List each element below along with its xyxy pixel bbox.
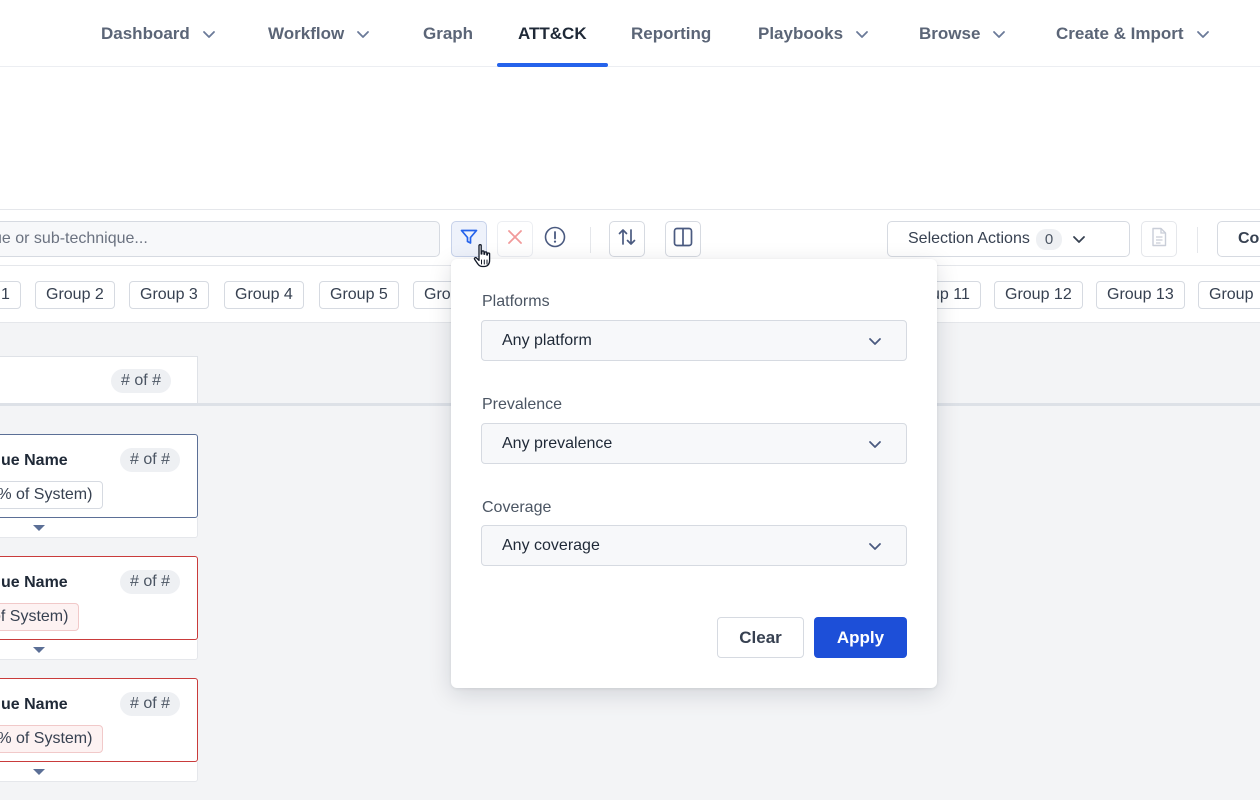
group-chip[interactable]: 1 [0, 281, 21, 309]
chevron-down-icon [202, 27, 216, 41]
chevron-down-icon [855, 27, 869, 41]
chevron-down-icon [1072, 232, 1086, 246]
caret-down-icon [32, 519, 46, 537]
sort-icon [616, 226, 638, 253]
nav-attack-label: ATT&CK [518, 23, 587, 43]
sort-button[interactable] [609, 221, 645, 257]
technique-name: ue Name [1, 574, 68, 591]
coverage-select[interactable]: Any coverage [481, 525, 907, 566]
partial-toolbar-button-label: Co [1238, 230, 1260, 247]
tactic-column-header: # of # [0, 356, 198, 404]
columns-icon [672, 226, 694, 253]
document-icon [1150, 227, 1168, 252]
group-chip[interactable]: Group 2 [35, 281, 115, 309]
group-chip[interactable]: Group 12 [994, 281, 1083, 309]
coverage-label: Coverage [482, 499, 552, 516]
technique-name: ue Name [1, 696, 68, 713]
info-icon [544, 226, 566, 253]
apply-button[interactable]: Apply [814, 617, 907, 658]
technique-count: # of # [120, 448, 181, 472]
group-chip[interactable]: Group 4 [224, 281, 304, 309]
nav-workflow-label: Workflow [268, 23, 345, 43]
selection-actions-button[interactable]: Selection Actions 0 [887, 221, 1130, 257]
system-coverage-pill: (% of System) [0, 481, 104, 509]
selection-count-badge: 0 [1035, 228, 1063, 250]
technique-card[interactable]: ue Name # of # (% of System) [0, 434, 198, 518]
technique-name: ue Name [1, 452, 68, 469]
chevron-down-icon [868, 539, 882, 553]
prevalence-select[interactable]: Any prevalence [481, 423, 907, 464]
export-document-button[interactable] [1141, 221, 1177, 257]
hand-pointer-icon [472, 243, 494, 269]
nav-graph-label: Graph [423, 23, 474, 43]
top-nav: Dashboard Workflow Graph ATT&CK Reportin… [0, 0, 1260, 67]
nav-playbooks[interactable]: Playbooks [758, 0, 869, 67]
group-chip[interactable]: Group [1198, 281, 1260, 309]
technique-card[interactable]: ue Name # of # (% of System) [0, 678, 198, 762]
system-coverage-pill: of System) [0, 603, 80, 631]
chevron-down-icon [868, 437, 882, 451]
columns-button[interactable] [665, 221, 701, 257]
platforms-label: Platforms [482, 293, 550, 310]
group-chip[interactable]: Group 3 [129, 281, 209, 309]
nav-workflow[interactable]: Workflow [268, 0, 370, 67]
platforms-select-value: Any platform [502, 331, 592, 349]
prevalence-label: Prevalence [482, 396, 563, 413]
chevron-down-icon [1196, 27, 1210, 41]
nav-dashboard-label: Dashboard [101, 23, 190, 43]
coverage-select-value: Any coverage [502, 536, 600, 554]
toolbar-divider [590, 227, 591, 253]
selection-actions-label: Selection Actions [908, 230, 1030, 247]
close-icon [506, 228, 524, 251]
technique-search-input[interactable] [0, 222, 433, 256]
technique-search [0, 221, 440, 257]
matrix-toolbar: Selection Actions 0 Co [0, 209, 1260, 266]
header-band [0, 67, 1260, 209]
nav-create-import-label: Create & Import [1056, 23, 1184, 43]
system-coverage-pill: (% of System) [0, 725, 104, 753]
clear-button[interactable]: Clear [717, 617, 804, 658]
nav-attack[interactable]: ATT&CK [497, 0, 608, 67]
nav-browse-label: Browse [919, 23, 981, 43]
group-chip[interactable]: Group 13 [1096, 281, 1185, 309]
technique-count: # of # [120, 692, 181, 716]
platforms-select[interactable]: Any platform [481, 320, 907, 361]
nav-reporting-label: Reporting [631, 23, 712, 43]
nav-reporting[interactable]: Reporting [631, 0, 711, 67]
chevron-down-icon [992, 27, 1006, 41]
caret-down-icon [32, 641, 46, 659]
tactic-count: # of # [111, 369, 172, 393]
toolbar-divider [1197, 227, 1198, 253]
nav-graph[interactable]: Graph [423, 0, 473, 67]
caret-down-icon [32, 763, 46, 781]
info-button[interactable] [537, 221, 573, 257]
group-chip[interactable]: Group 5 [319, 281, 399, 309]
nav-create-import[interactable]: Create & Import [1056, 0, 1210, 67]
nav-playbooks-label: Playbooks [758, 23, 844, 43]
chevron-down-icon [356, 27, 370, 41]
technique-count: # of # [120, 570, 181, 594]
expand-subtechniques[interactable] [0, 640, 198, 660]
chevron-down-icon [868, 334, 882, 348]
nav-browse[interactable]: Browse [919, 0, 1006, 67]
partial-toolbar-button[interactable]: Co [1217, 221, 1260, 257]
nav-dashboard[interactable]: Dashboard [101, 0, 216, 67]
clear-filters-button[interactable] [497, 221, 533, 257]
prevalence-select-value: Any prevalence [502, 434, 613, 452]
technique-card[interactable]: ue Name # of # of System) [0, 556, 198, 640]
expand-subtechniques[interactable] [0, 518, 198, 538]
expand-subtechniques[interactable] [0, 762, 198, 782]
filter-panel: Platforms Any platform Prevalence Any pr… [451, 259, 937, 688]
